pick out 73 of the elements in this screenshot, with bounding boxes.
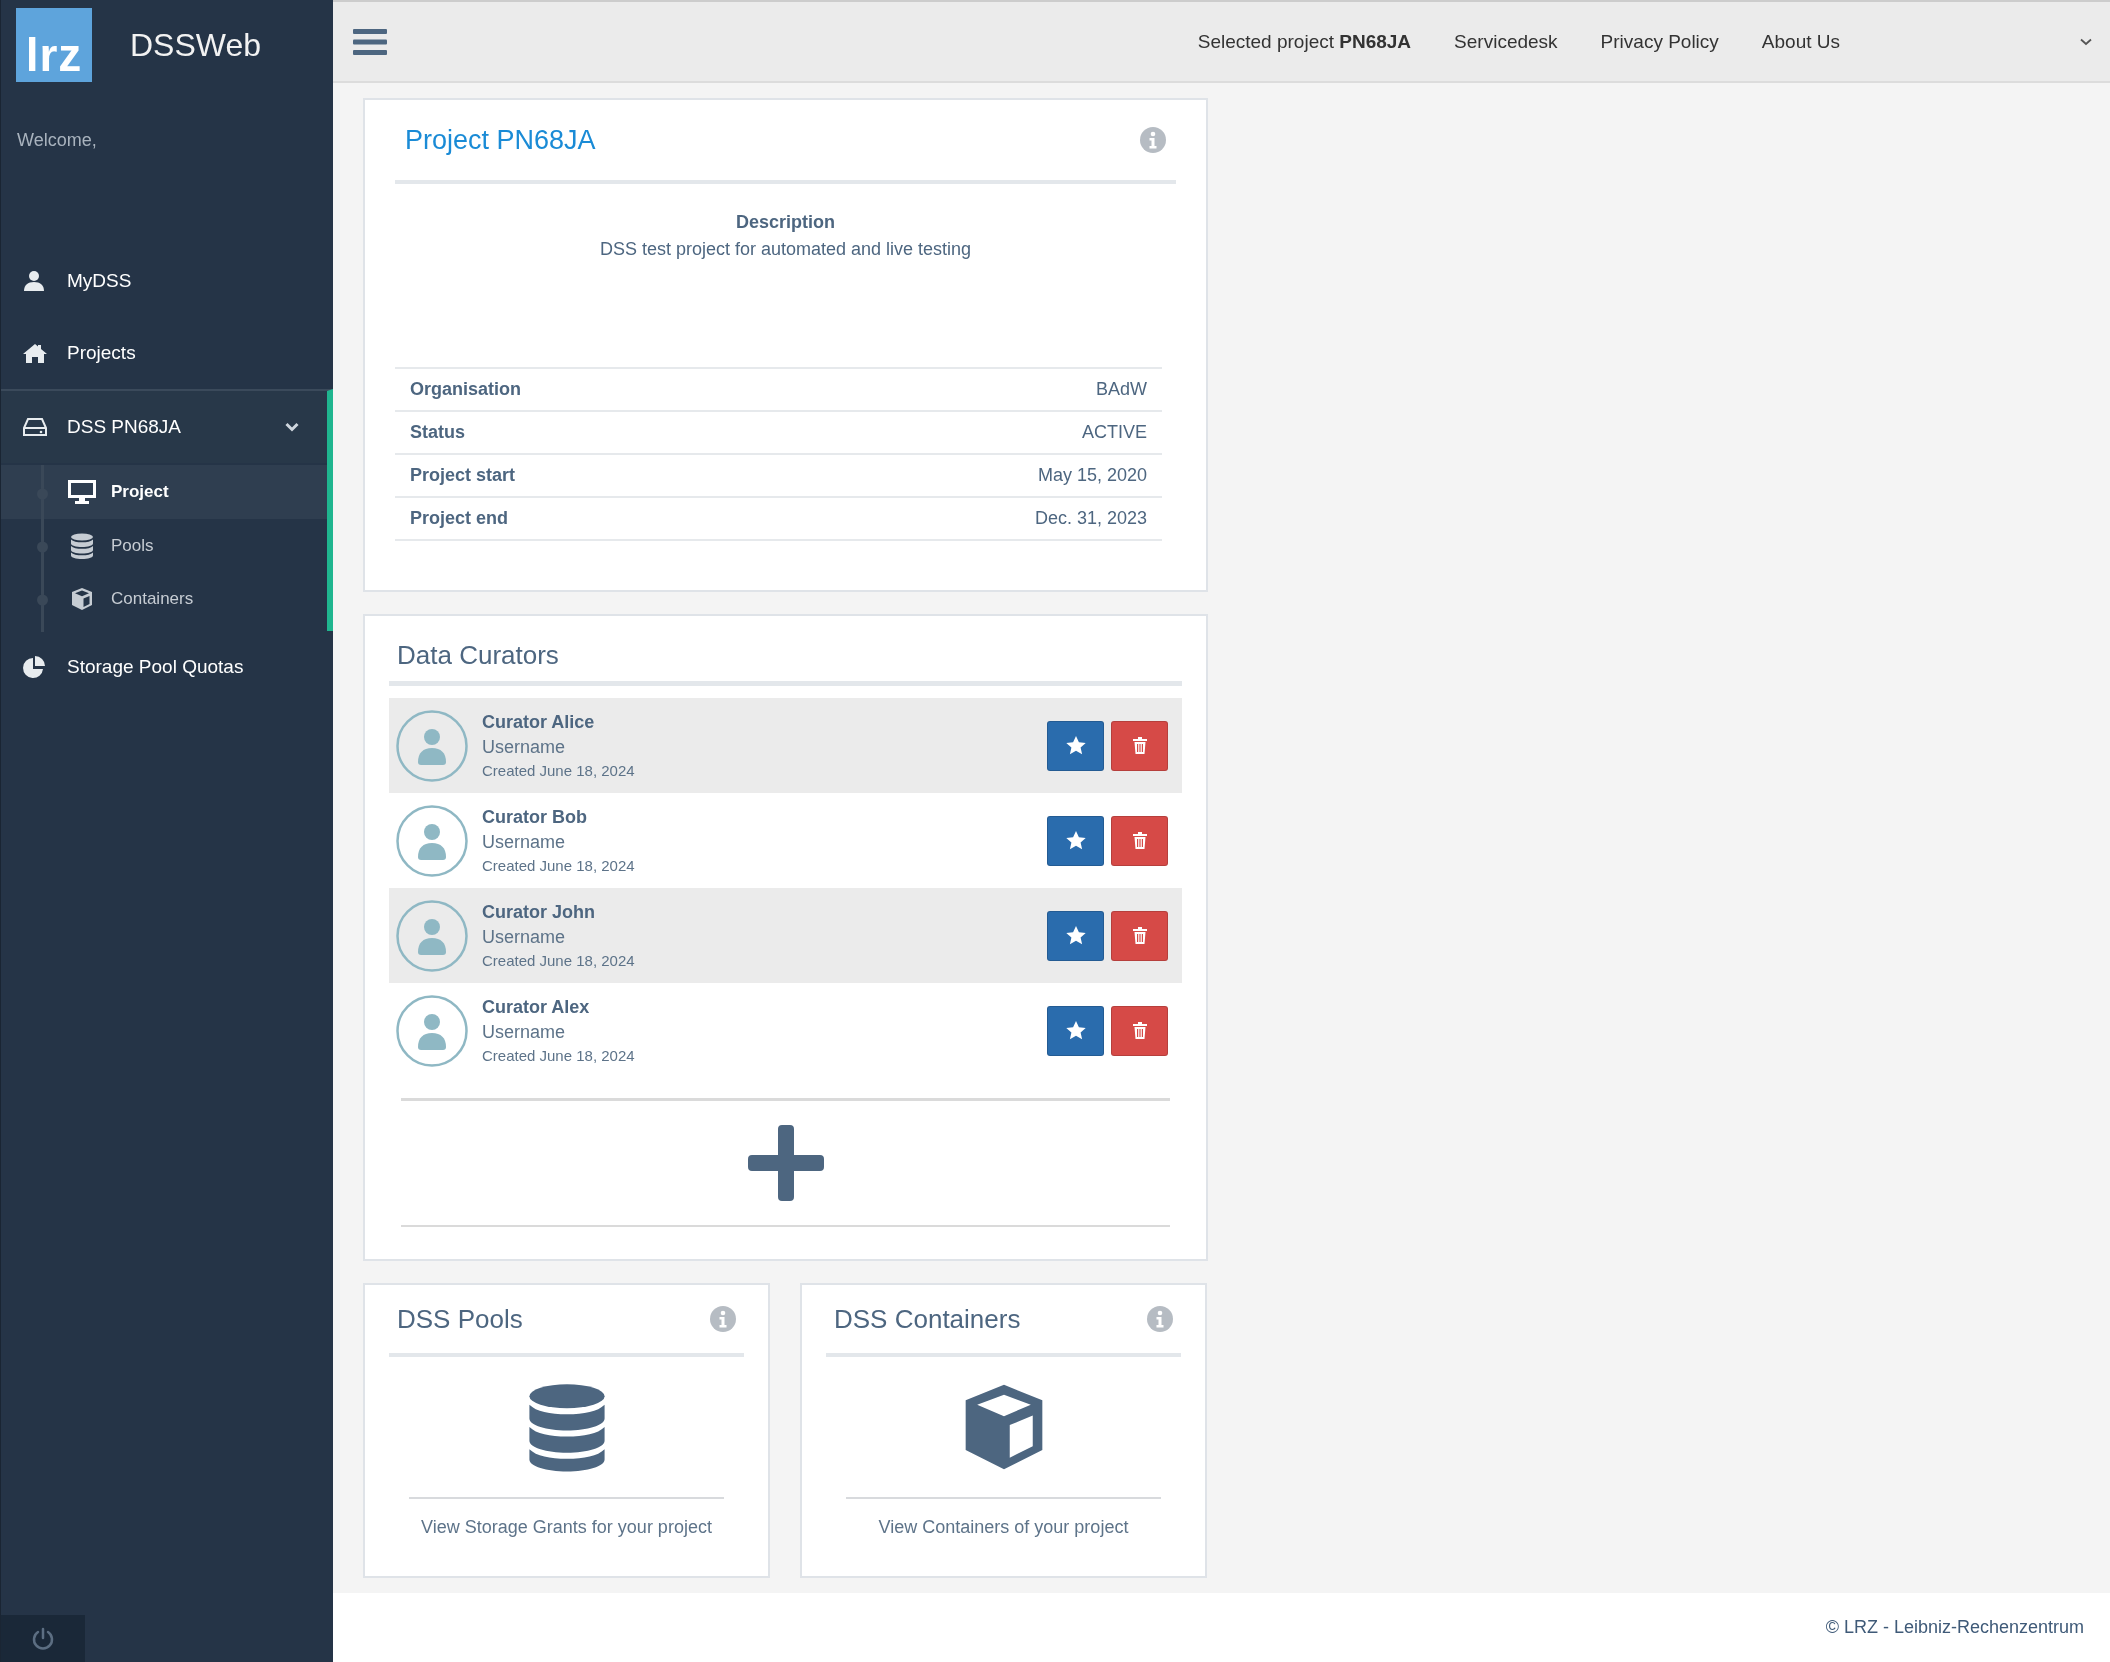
detail-value: May 15, 2020 [777, 454, 1162, 498]
monitor-icon [67, 479, 97, 505]
tile-link[interactable]: View Storage Grants for your project [421, 1517, 712, 1539]
app-title: DSSWeb [130, 26, 261, 64]
pie-chart-icon [23, 655, 47, 679]
menu-item[interactable]: MyDSS [1, 245, 333, 317]
delete-button[interactable] [1111, 720, 1168, 771]
copyright-text: © LRZ - Leibniz-Rechenzentrum [1825, 1617, 2084, 1639]
description-heading: Description [736, 212, 835, 234]
project-title: Project PN68JA [405, 124, 596, 156]
nav-link[interactable]: Servicedesk [1454, 30, 1558, 53]
avatar-icon [396, 899, 468, 972]
detail-label: Project start [395, 454, 778, 498]
house-icon [23, 343, 47, 363]
submenu-item[interactable]: Pools [1, 519, 327, 572]
curator-name: Curator Alex [482, 997, 591, 1019]
welcome-text: Welcome, [17, 130, 97, 150]
menu-icon[interactable] [353, 28, 387, 55]
star-icon [1065, 1021, 1086, 1041]
menu-item[interactable]: DSS PN68JA [1, 391, 327, 463]
delete-button[interactable] [1111, 910, 1168, 961]
curator-username: Username [482, 927, 567, 949]
power-icon [31, 1626, 55, 1651]
hard-drive-icon [23, 417, 47, 437]
curator-username: Username [482, 1022, 567, 1044]
trash-icon [1132, 832, 1147, 850]
curator-name: Curator Alice [482, 712, 596, 734]
created-date: Created June 18, 2024 [482, 857, 636, 875]
nav-link[interactable]: About Us [1761, 30, 1840, 53]
star-icon [1065, 736, 1086, 756]
tile-link[interactable]: View Containers of your project [878, 1517, 1129, 1539]
trash-icon [1132, 737, 1147, 755]
logo: lrz [16, 8, 92, 82]
star-icon [1065, 831, 1086, 851]
star-button[interactable] [1047, 1005, 1104, 1056]
star-button[interactable] [1047, 815, 1104, 866]
avatar-icon [396, 804, 468, 877]
detail-value: Dec. 31, 2023 [777, 497, 1162, 541]
curator-name: Curator John [482, 902, 596, 924]
detail-value: BAdW [777, 368, 1162, 412]
menu-item[interactable]: Projects [1, 317, 333, 389]
star-button[interactable] [1047, 910, 1104, 961]
submenu-item[interactable]: Containers [1, 572, 327, 625]
star-icon [1065, 926, 1086, 946]
avatar-icon [396, 709, 468, 782]
created-date: Created June 18, 2024 [482, 762, 636, 780]
plus-icon[interactable] [747, 1125, 824, 1202]
nav-link[interactable]: Selected project PN68JA [1197, 30, 1412, 53]
created-date: Created June 18, 2024 [482, 952, 636, 970]
delete-button[interactable] [1111, 815, 1168, 866]
star-button[interactable] [1047, 720, 1104, 771]
curator-username: Username [482, 737, 567, 759]
detail-label: Project end [395, 497, 778, 541]
curator-username: Username [482, 832, 567, 854]
nav-link[interactable]: Privacy Policy [1600, 30, 1719, 53]
trash-icon [1132, 927, 1147, 945]
power-button[interactable] [1, 1615, 85, 1662]
user-icon [23, 270, 45, 292]
submenu-item[interactable]: Project [1, 465, 327, 519]
section-title: Data Curators [397, 640, 559, 672]
detail-label: Status [395, 411, 778, 455]
tile-title: DSS Containers [834, 1303, 1021, 1335]
curator-name: Curator Bob [482, 807, 588, 829]
avatar-icon [396, 994, 468, 1067]
description-text: DSS test project for automated and live testing [599, 239, 972, 261]
detail-value: ACTIVE [777, 411, 1162, 455]
menu-item[interactable]: Storage Pool Quotas [1, 631, 333, 703]
trash-icon [1132, 1022, 1147, 1040]
delete-button[interactable] [1111, 1005, 1168, 1056]
tile-title: DSS Pools [397, 1303, 523, 1335]
detail-label: Organisation [395, 368, 778, 412]
caret-down-icon[interactable] [2080, 37, 2092, 46]
created-date: Created June 18, 2024 [482, 1047, 636, 1065]
